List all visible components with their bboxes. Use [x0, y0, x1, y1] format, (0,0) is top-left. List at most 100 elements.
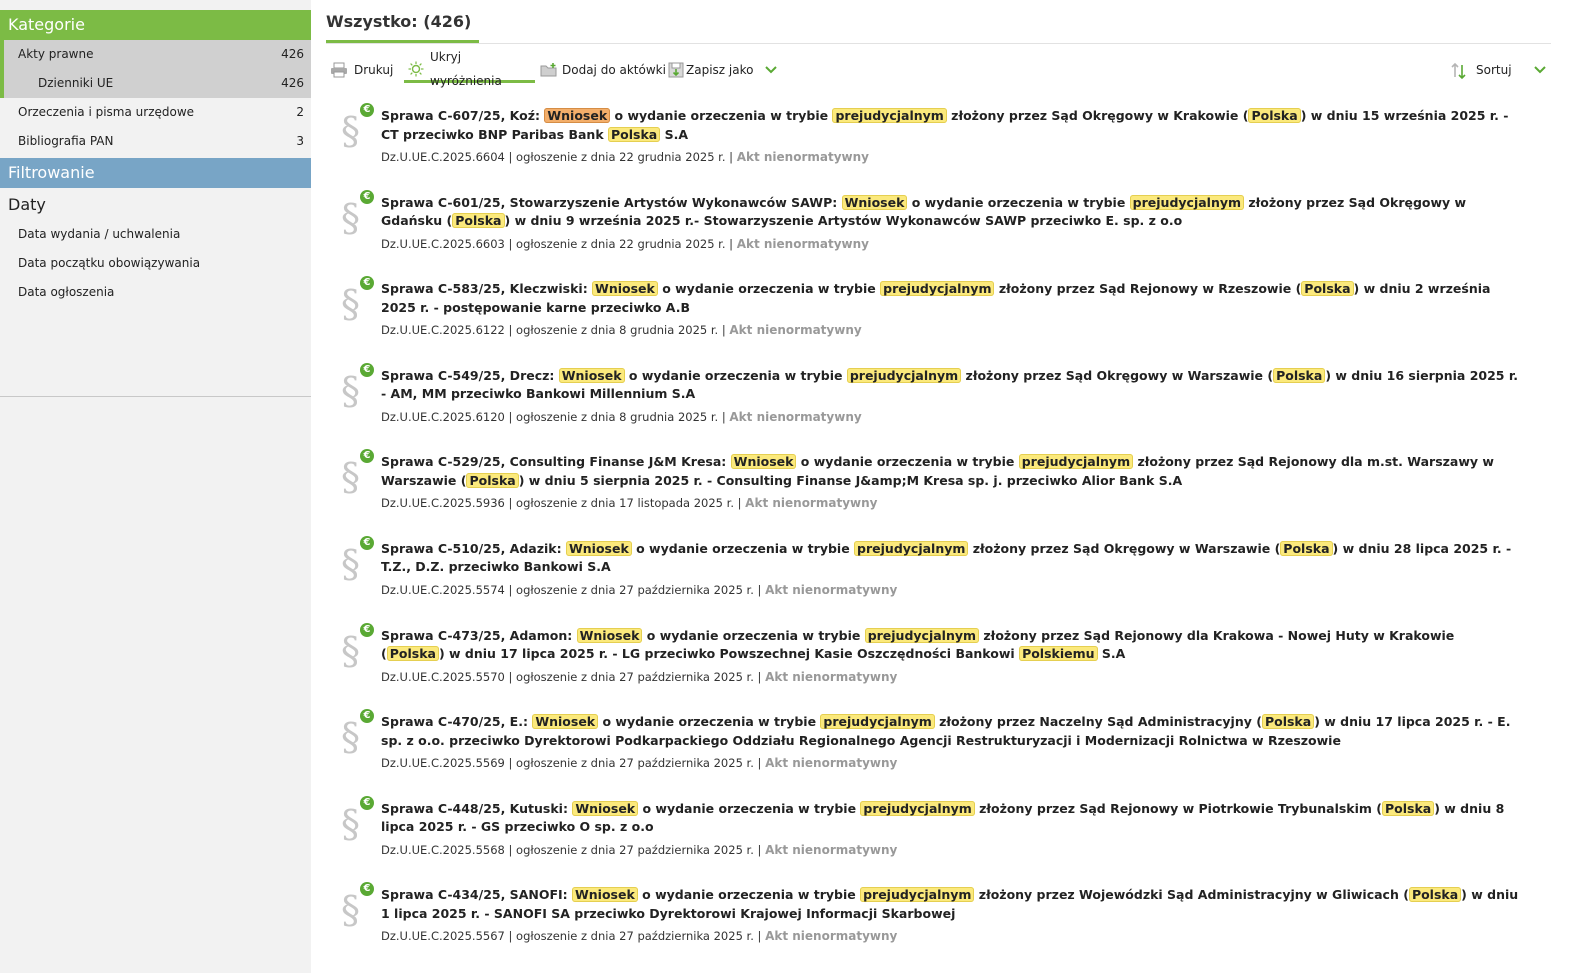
result-id: Dz.U.UE.C.2025.6603 — [381, 236, 505, 251]
sidebar-item-dzienniki-ue[interactable]: Dzienniki UE 426 — [0, 69, 311, 98]
result-meta: Dz.U.UE.C.2025.6120 | ogłoszenie z dnia … — [381, 408, 1521, 426]
sidebar-item-count: 3 — [296, 134, 304, 148]
result-item[interactable]: § € Sprawa C-448/25, Kutuski: Wniosek o wy… — [341, 795, 1521, 887]
sidebar-item-count: 426 — [281, 47, 304, 61]
status-badge: Akt nienormatywny — [765, 756, 898, 771]
separator: | — [504, 929, 517, 944]
result-icons: § € — [341, 622, 381, 687]
euro-icon: € — [360, 276, 374, 291]
result-item[interactable]: § € Sprawa C-470/25, E.: Wniosek o wydanie… — [341, 709, 1521, 800]
result-icons: § € — [341, 709, 381, 773]
highlight-term: prejudycjalnym — [880, 281, 995, 297]
sort-button[interactable]: Sortuj — [1450, 57, 1546, 83]
result-id: Dz.U.UE.C.2025.6122 — [381, 323, 505, 338]
highlight-term: Wniosek — [576, 627, 643, 643]
sidebar-item-count: 426 — [281, 76, 304, 90]
result-item[interactable]: § € Sprawa C-583/25, Kleczwiski: Wniosek o… — [341, 276, 1521, 367]
date-filter-publication[interactable]: Data ogłoszenia — [0, 278, 311, 307]
result-date: ogłoszenie z dnia 8 grudnia 2025 r. — [516, 409, 719, 424]
result-item[interactable]: § € Sprawa C-549/25, Drecz: Wniosek o wyda… — [341, 362, 1521, 454]
save-as-button[interactable]: Zapisz jako — [668, 57, 778, 83]
result-item[interactable]: § € Sprawa C-601/25, Stowarzyszenie Artyst… — [341, 189, 1521, 281]
sidebar-item-orzeczenia[interactable]: Orzeczenia i pisma urzędowe 2 — [0, 98, 311, 127]
result-title[interactable]: Sprawa C-549/25, Drecz: Wniosek o wydani… — [381, 367, 1521, 404]
result-icons: § € — [341, 795, 381, 860]
status-badge: Akt nienormatywny — [745, 496, 878, 511]
separator: | — [753, 842, 766, 857]
result-title[interactable]: Sprawa C-473/25, Adamon: Wniosek o wydan… — [381, 627, 1521, 664]
highlight-term: prejudycjalnym — [854, 540, 969, 556]
sidebar-item-akty-prawne[interactable]: Akty prawne 426 — [0, 40, 311, 69]
result-title[interactable]: Sprawa C-434/25, SANOFI: Wniosek o wydan… — [381, 886, 1521, 923]
result-item[interactable]: § € Sprawa C-607/25, Koź: Wniosek o wydani… — [341, 103, 1521, 194]
result-title-text: o wydanie orzeczenia w trybie — [637, 887, 861, 903]
sun-icon — [408, 61, 424, 77]
euro-icon: € — [360, 449, 374, 464]
dates-title: Daty — [8, 195, 46, 214]
result-title-text: Sprawa C-583/25, Kleczwiski: — [381, 281, 593, 297]
result-id: Dz.U.UE.C.2025.5570 — [381, 669, 505, 684]
categories-header: Kategorie — [0, 10, 311, 40]
highlight-term: Polska — [608, 126, 661, 142]
result-id: Dz.U.UE.C.2025.6120 — [381, 409, 505, 424]
result-title[interactable]: Sprawa C-607/25, Koź: Wniosek o wydanie … — [381, 107, 1521, 144]
result-item[interactable]: § € Sprawa C-434/25, SANOFI: Wniosek o wyd… — [341, 882, 1521, 973]
euro-icon: € — [360, 535, 374, 550]
result-item[interactable]: § € Sprawa C-510/25, Adazik: Wniosek o wyd… — [341, 535, 1521, 627]
print-button[interactable]: Drukuj — [330, 57, 393, 83]
highlight-term: Polska — [1301, 281, 1354, 297]
result-date: ogłoszenie z dnia 22 grudnia 2025 r. — [516, 236, 726, 251]
result-meta: Dz.U.UE.C.2025.5570 | ogłoszenie z dnia … — [381, 668, 1521, 686]
add-to-folder-button[interactable]: Dodaj do aktówki — [540, 57, 666, 83]
highlight-term: Polska — [1248, 108, 1301, 123]
result-date: ogłoszenie z dnia 22 grudnia 2025 r. — [516, 150, 726, 164]
result-date: ogłoszenie z dnia 17 listopada 2025 r. — [516, 496, 734, 511]
status-badge: Akt nienormatywny — [765, 669, 898, 684]
paragraph-icon: § — [341, 195, 360, 240]
result-meta: Dz.U.UE.C.2025.6604 | ogłoszenie z dnia … — [381, 148, 1521, 166]
result-title-text: Sprawa C-434/25, SANOFI: — [381, 887, 572, 903]
highlight-term: Polska — [386, 646, 439, 662]
result-date: ogłoszenie z dnia 27 października 2025 r… — [516, 669, 754, 684]
separator: | — [753, 582, 766, 597]
result-title-text: Sprawa C-601/25, Stowarzyszenie Artystów… — [381, 194, 842, 210]
toolbar: Drukuj Ukryj wyróżnienia Dodaj do aktówk… — [330, 50, 1550, 88]
result-title[interactable]: Sprawa C-448/25, Kutuski: Wniosek o wyda… — [381, 800, 1521, 837]
sidebar-item-bibliografia[interactable]: Bibliografia PAN 3 — [0, 127, 311, 156]
add-to-folder-label: Dodaj do aktówki — [562, 63, 666, 77]
chevron-down-icon[interactable] — [765, 58, 778, 82]
result-title[interactable]: Sprawa C-470/25, E.: Wniosek o wydanie o… — [381, 713, 1521, 750]
result-title-text: o wydanie orzeczenia w trybie — [624, 367, 847, 383]
highlight-term: Wniosek — [841, 194, 908, 210]
status-badge: Akt nienormatywny — [729, 409, 862, 424]
highlight-term: Polska — [452, 213, 505, 229]
separator: | — [504, 150, 517, 164]
paragraph-icon: § — [341, 628, 360, 673]
paragraph-icon: § — [341, 801, 360, 846]
result-title[interactable]: Sprawa C-601/25, Stowarzyszenie Artystów… — [381, 194, 1521, 231]
result-item[interactable]: § € Sprawa C-473/25, Adamon: Wniosek o wyd… — [341, 622, 1521, 714]
paragraph-icon: § — [341, 368, 360, 413]
separator: | — [733, 496, 746, 511]
result-title-text: ) w dniu 9 września 2025 r.- Stowarzysze… — [504, 213, 1183, 229]
hide-highlights-button[interactable]: Ukryj wyróżnienia — [404, 50, 535, 88]
paragraph-icon: § — [341, 109, 360, 153]
sidebar-item-count: 2 — [296, 105, 304, 119]
result-date: ogłoszenie z dnia 27 października 2025 r… — [516, 929, 754, 944]
result-title[interactable]: Sprawa C-529/25, Consulting Finanse J&M … — [381, 453, 1521, 490]
result-title[interactable]: Sprawa C-510/25, Adazik: Wniosek o wydan… — [381, 540, 1521, 577]
result-date: ogłoszenie z dnia 27 października 2025 r… — [516, 582, 754, 597]
separator: | — [504, 496, 517, 511]
date-filter-effective[interactable]: Data początku obowiązywania — [0, 249, 311, 278]
sidebar-item-label: Akty prawne — [18, 47, 94, 61]
chevron-down-icon[interactable] — [1533, 58, 1546, 82]
result-title[interactable]: Sprawa C-583/25, Kleczwiski: Wniosek o w… — [381, 280, 1521, 317]
result-id: Dz.U.UE.C.2025.5569 — [381, 756, 505, 771]
result-date: ogłoszenie z dnia 27 października 2025 r… — [516, 842, 754, 857]
date-filter-issue[interactable]: Data wydania / uchwalenia — [0, 220, 311, 249]
results-list: § € Sprawa C-607/25, Koź: Wniosek o wydani… — [341, 103, 1521, 973]
result-item[interactable]: § € Sprawa C-529/25, Consulting Finanse J&… — [341, 449, 1521, 540]
save-icon — [668, 62, 684, 78]
euro-icon: € — [360, 709, 374, 724]
result-id: Dz.U.UE.C.2025.6604 — [381, 150, 505, 164]
